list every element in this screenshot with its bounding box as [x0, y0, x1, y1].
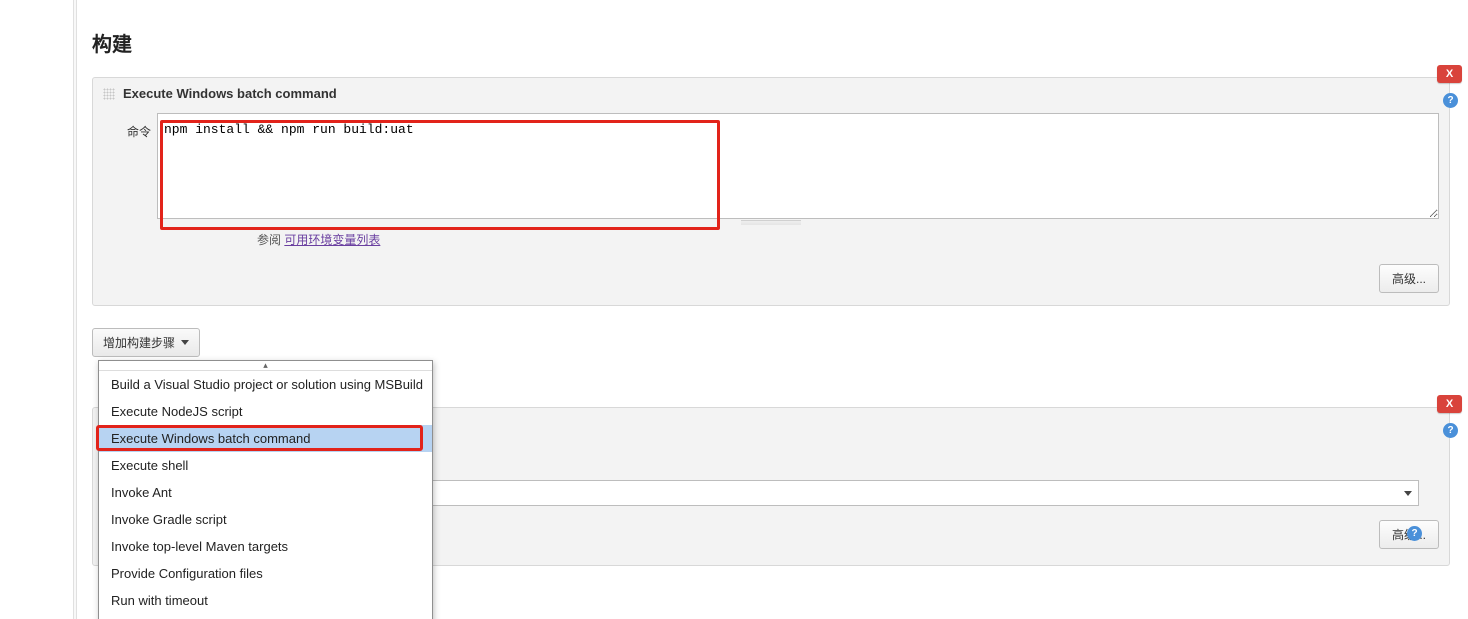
- command-row: 命令: [93, 109, 1449, 225]
- page: 构建 X ? Execute Windows batch command 命令 …: [0, 0, 1468, 619]
- hint-prefix: 参阅: [257, 233, 284, 247]
- delete-step-button[interactable]: X: [1437, 395, 1462, 413]
- resize-handle-icon[interactable]: [741, 220, 801, 225]
- build-step-execute-windows-batch: X ? Execute Windows batch command 命令 参阅 …: [92, 77, 1450, 306]
- dropdown-item[interactable]: Execute shell: [99, 452, 432, 479]
- build-step-header: Execute Windows batch command: [93, 78, 1449, 109]
- dropdown-item[interactable]: Execute NodeJS script: [99, 398, 432, 425]
- dropdown-item[interactable]: Invoke Ant: [99, 479, 432, 506]
- dropdown-item[interactable]: Invoke top-level Maven targets: [99, 533, 432, 560]
- dropdown-item[interactable]: Invoke Gradle script: [99, 506, 432, 533]
- command-label: 命令: [103, 113, 157, 140]
- hint-row: 参阅 可用环境变量列表: [93, 225, 1449, 254]
- section-title: 构建: [92, 28, 1468, 57]
- dropdown-item[interactable]: Run with timeout: [99, 587, 432, 614]
- left-gutter: [73, 0, 77, 619]
- caret-down-icon: [1404, 491, 1412, 496]
- add-build-step-label: 增加构建步骤: [103, 334, 175, 351]
- help-icon[interactable]: ?: [1407, 526, 1422, 541]
- dropdown-items: Build a Visual Studio project or solutio…: [99, 371, 432, 619]
- advanced-button[interactable]: 高级...: [1379, 264, 1439, 293]
- command-textarea[interactable]: [157, 113, 1439, 219]
- help-icon[interactable]: ?: [1443, 423, 1458, 438]
- add-build-step-button[interactable]: 增加构建步骤: [92, 328, 200, 357]
- dropdown-item[interactable]: Build a Visual Studio project or solutio…: [99, 371, 432, 398]
- dropdown-scroll-up-icon[interactable]: ▴: [99, 361, 432, 371]
- dropdown-item[interactable]: Send files or execute commands over SSH: [99, 614, 432, 619]
- delete-step-button[interactable]: X: [1437, 65, 1462, 83]
- add-step-dropdown: ▴ Build a Visual Studio project or solut…: [98, 360, 433, 619]
- advanced-row: 高级...: [93, 254, 1449, 305]
- env-vars-link[interactable]: 可用环境变量列表: [284, 233, 380, 247]
- build-step-title: Execute Windows batch command: [123, 86, 337, 101]
- dropdown-item[interactable]: Provide Configuration files: [99, 560, 432, 587]
- caret-down-icon: [181, 340, 189, 345]
- add-step-wrap: 增加构建步骤: [92, 328, 1468, 357]
- help-icon[interactable]: ?: [1443, 93, 1458, 108]
- dropdown-item[interactable]: Execute Windows batch command: [99, 425, 432, 452]
- drag-handle-icon[interactable]: [103, 88, 115, 100]
